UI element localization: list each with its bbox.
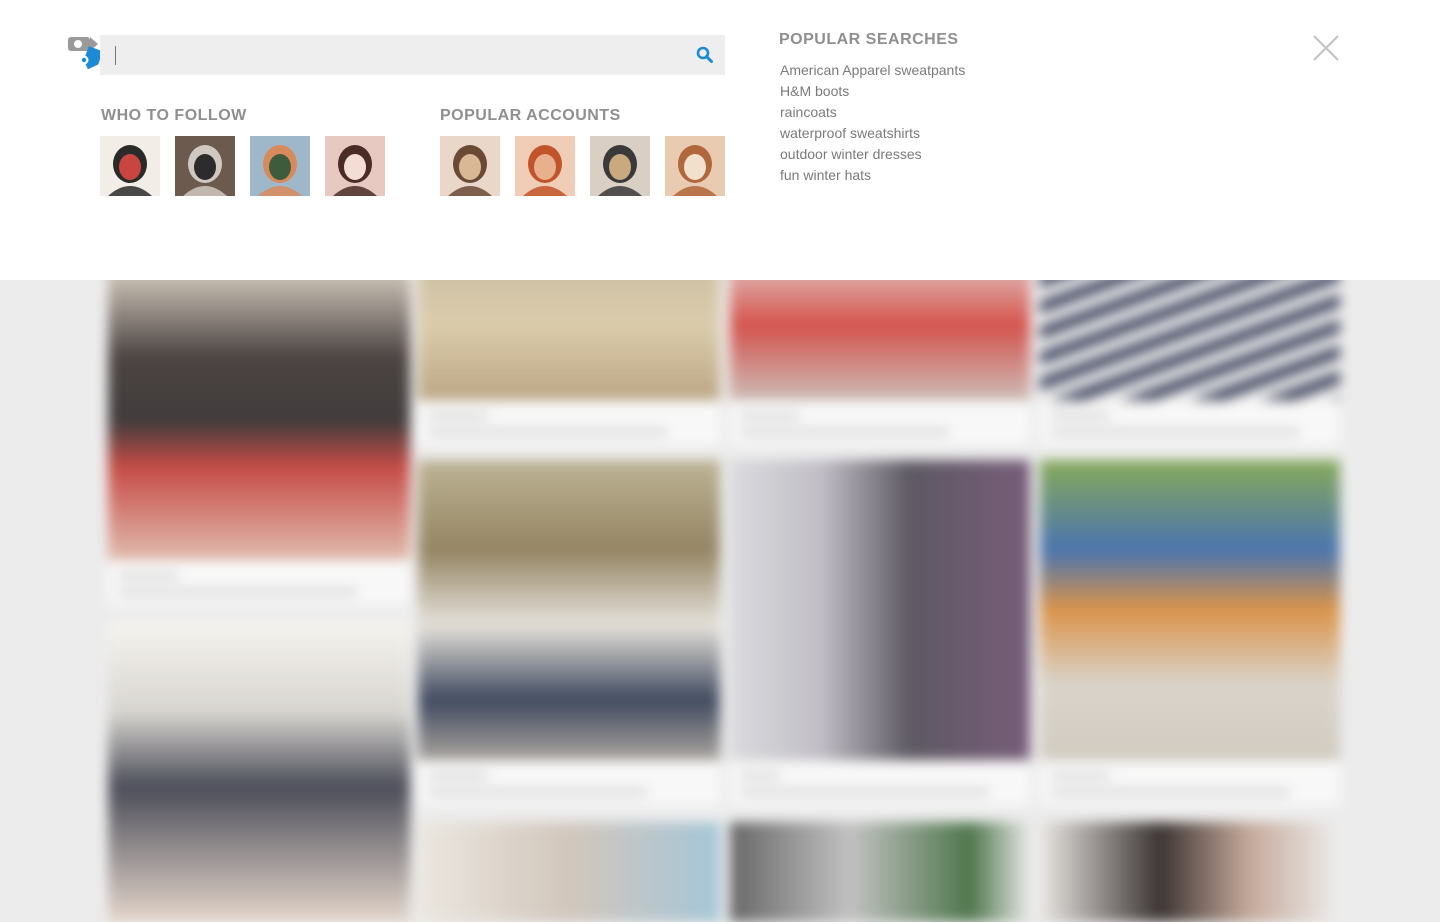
avatar-4[interactable] bbox=[325, 136, 385, 196]
who-to-follow-list bbox=[100, 136, 385, 196]
popular-search-item[interactable]: fun winter hats bbox=[780, 165, 1040, 186]
popular-search-item[interactable]: waterproof sweatshirts bbox=[780, 123, 1040, 144]
popular-search-item[interactable]: American Apparel sweatpants bbox=[780, 60, 1040, 81]
close-button[interactable] bbox=[1311, 33, 1341, 63]
feed-card bbox=[108, 622, 410, 922]
tag-logo-icon[interactable] bbox=[66, 34, 103, 74]
search-overlay: WHO TO FOLLOW POPULAR ACCOUNTS POPULAR S… bbox=[0, 0, 1440, 280]
search-input[interactable] bbox=[100, 35, 680, 75]
search-icon bbox=[696, 46, 713, 63]
feed-card bbox=[1040, 822, 1340, 922]
feed-card bbox=[418, 460, 720, 805]
avatar-5[interactable] bbox=[440, 136, 500, 196]
avatar-1[interactable] bbox=[100, 136, 160, 196]
who-to-follow-title: WHO TO FOLLOW bbox=[101, 107, 247, 124]
popular-search-item[interactable]: outdoor winter dresses bbox=[780, 144, 1040, 165]
avatar-8[interactable] bbox=[665, 136, 725, 196]
search-field[interactable] bbox=[100, 35, 725, 75]
feed-card bbox=[108, 250, 410, 605]
feed-card bbox=[730, 822, 1030, 922]
popular-searches-title: POPULAR SEARCHES bbox=[779, 31, 959, 48]
avatar-3[interactable] bbox=[250, 136, 310, 196]
popular-accounts-list bbox=[440, 136, 725, 196]
search-button[interactable] bbox=[695, 45, 715, 65]
popular-searches-list: American Apparel sweatpants H&M boots ra… bbox=[780, 60, 1040, 186]
popular-search-item[interactable]: H&M boots bbox=[780, 81, 1040, 102]
popular-search-item[interactable]: raincoats bbox=[780, 102, 1040, 123]
feed-card bbox=[418, 822, 720, 922]
feed-card bbox=[1040, 460, 1340, 805]
feed-card bbox=[730, 460, 1030, 805]
popular-accounts-title: POPULAR ACCOUNTS bbox=[440, 107, 621, 124]
avatar-6[interactable] bbox=[515, 136, 575, 196]
avatar-2[interactable] bbox=[175, 136, 235, 196]
avatar-7[interactable] bbox=[590, 136, 650, 196]
close-icon bbox=[1313, 35, 1339, 61]
